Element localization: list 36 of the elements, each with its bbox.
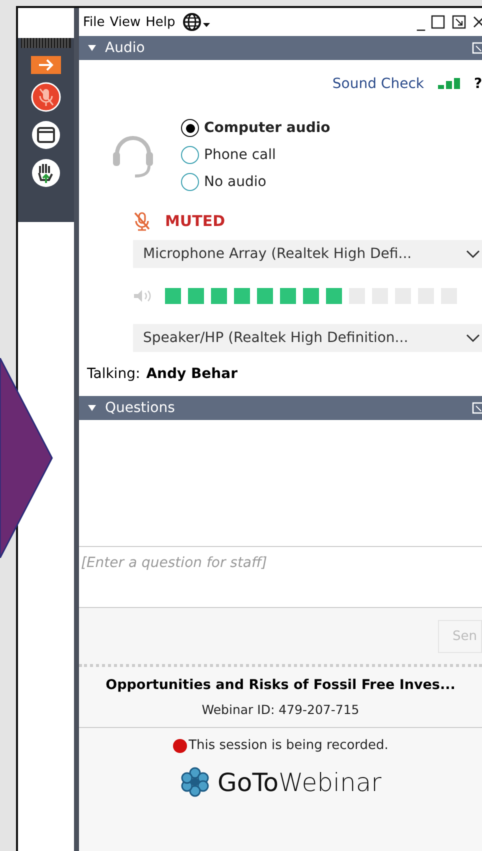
flower-icon xyxy=(180,767,210,797)
recording-icon xyxy=(172,738,187,752)
window-icon[interactable] xyxy=(31,120,61,150)
muted-label: MUTED xyxy=(165,212,226,230)
minimize-button[interactable]: _ xyxy=(417,14,425,30)
menu-item[interactable]: Help xyxy=(146,14,176,30)
radio-button[interactable] xyxy=(181,119,199,137)
radio-button[interactable] xyxy=(181,146,199,164)
device-dropdown[interactable]: Speaker/HP (Realtek High Definition... xyxy=(133,324,482,352)
talking-label: Talking: xyxy=(87,366,140,382)
chevron-icon xyxy=(466,249,480,259)
popout-icon[interactable] xyxy=(472,401,482,415)
option-label: Phone call xyxy=(204,147,276,163)
option-label: No audio xyxy=(204,174,266,190)
logo-text: GoToWebinar xyxy=(218,768,382,796)
microphone-icon[interactable] xyxy=(31,82,61,112)
close-icon[interactable] xyxy=(472,14,482,30)
option-label: Computer audio xyxy=(204,120,330,136)
recording-notice: This session is being recorded. xyxy=(188,738,388,753)
restore-icon[interactable] xyxy=(451,14,467,30)
globe-icon[interactable] xyxy=(182,12,212,32)
menu-item[interactable]: File xyxy=(83,14,105,30)
talking-name: Andy Behar xyxy=(146,366,238,382)
chevron-icon xyxy=(466,333,480,343)
grip-icon xyxy=(21,38,71,48)
webinar-id: Webinar ID: 479-207-715 xyxy=(202,702,360,717)
webinar-title: Opportunities and Risks of Fossil Free Inves... xyxy=(106,677,456,693)
signal-icon xyxy=(438,78,460,90)
help-button[interactable]: ? xyxy=(474,76,482,92)
radio-button[interactable] xyxy=(181,173,199,191)
device-dropdown[interactable]: Microphone Array (Realtek High Defi... xyxy=(133,240,482,268)
hand-icon[interactable] xyxy=(31,158,61,188)
menu-item[interactable]: View xyxy=(110,14,141,30)
popout-icon[interactable] xyxy=(472,41,482,55)
sound-check-link[interactable]: Sound Check xyxy=(332,76,424,92)
maximize-icon[interactable] xyxy=(430,14,446,30)
